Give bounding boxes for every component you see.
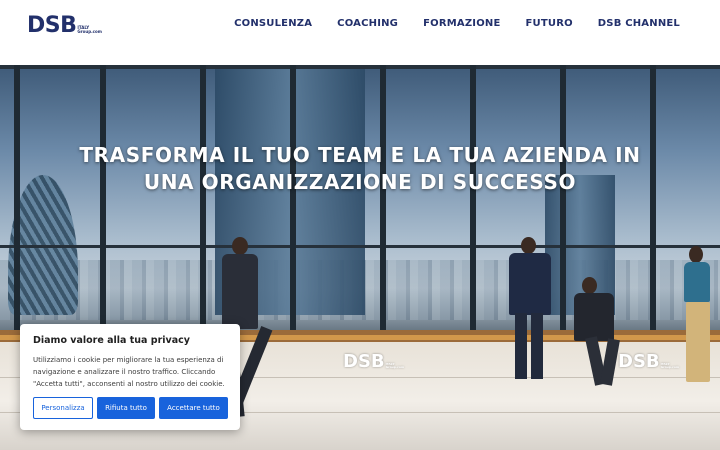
bench-logo-main: DSB (343, 351, 385, 372)
site-logo[interactable]: DSB ITALY Group.com (27, 13, 102, 37)
person-body (684, 262, 710, 302)
window-frame-mid (0, 245, 720, 248)
hero-title-line1: TRASFORMA IL TUO TEAM E LA TUA AZIENDA I… (79, 143, 641, 167)
person-head (232, 237, 248, 255)
nav-futuro[interactable]: FUTURO (526, 18, 573, 29)
person-leg (600, 338, 620, 386)
logo-sub-line2: Group.com (77, 29, 102, 34)
person-sitting (572, 277, 632, 387)
window-frame-1 (14, 65, 20, 330)
bench-logo-left: DSB ITALY Group.com (343, 351, 404, 372)
logo-text: DSB (27, 13, 77, 38)
window-frame-7 (560, 65, 566, 330)
person-head (582, 277, 597, 294)
person-body (509, 253, 551, 315)
hero-title-line2: UNA ORGANIZZAZIONE DI SUCCESSO (143, 170, 577, 194)
cookie-title: Diamo valore alla tua privacy (33, 335, 190, 346)
person-head (521, 237, 536, 254)
window-frame-top (0, 65, 720, 69)
logo-subtext: ITALY Group.com (77, 26, 102, 34)
person-standing (505, 237, 555, 387)
nav-dsb-channel[interactable]: DSB CHANNEL (598, 18, 680, 29)
nav-coaching[interactable]: COACHING (337, 18, 398, 29)
person-body (574, 293, 614, 341)
window-frame-8 (650, 65, 656, 330)
reject-all-button[interactable]: Rifiuta tutto (97, 397, 155, 419)
cookie-description: Utilizziamo i cookie per migliorare la t… (33, 356, 225, 388)
window-frame-4 (290, 65, 296, 330)
person-leg (531, 313, 543, 379)
window-frame-6 (470, 65, 476, 330)
cookie-actions: Personalizza Rifiuta tutto Accettare tut… (33, 397, 228, 419)
person-body (222, 254, 258, 329)
window-frame-2 (100, 65, 106, 330)
person-leg (515, 313, 527, 379)
person-woman (680, 246, 720, 386)
site-header: DSB ITALY Group.com CONSULENZA COACHING … (0, 0, 720, 65)
bench-logo-sub: ITALY Group.com (661, 363, 679, 369)
window-frame-5 (380, 65, 386, 330)
bench-logo-sub-line2: Group.com (385, 365, 405, 369)
bench-logo-sub: ITALY Group.com (386, 363, 404, 369)
bench-logo-sub-line2: Group.com (660, 365, 680, 369)
person-leg (686, 302, 710, 382)
hero-title: TRASFORMA IL TUO TEAM E LA TUA AZIENDA I… (60, 142, 660, 196)
accept-all-button[interactable]: Accettare tutto (159, 397, 228, 419)
window-frame-3 (200, 65, 206, 330)
person-head (689, 246, 703, 263)
nav-consulenza[interactable]: CONSULENZA (234, 18, 312, 29)
cookie-banner: Diamo valore alla tua privacy Utilizziam… (20, 324, 240, 430)
nav-formazione[interactable]: FORMAZIONE (423, 18, 500, 29)
main-nav: CONSULENZA COACHING FORMAZIONE FUTURO DS… (234, 18, 680, 29)
customize-button[interactable]: Personalizza (33, 397, 93, 419)
